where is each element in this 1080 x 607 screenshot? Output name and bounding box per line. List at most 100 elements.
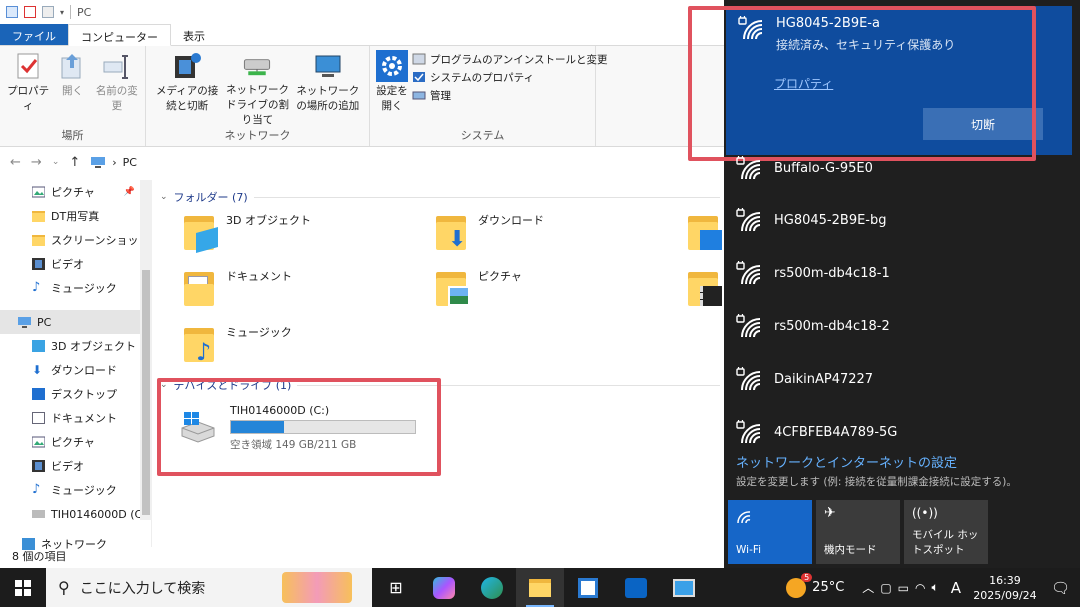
- address-path[interactable]: › PC: [90, 156, 137, 169]
- copilot-button[interactable]: [420, 568, 468, 607]
- wifi-secured-icon: [736, 367, 762, 391]
- nav-label: ダウンロード: [51, 364, 117, 377]
- pc-icon: [18, 317, 31, 328]
- nav-item-dt-photos[interactable]: DT用写真: [0, 204, 151, 228]
- rename-button[interactable]: 名前の変更: [95, 50, 139, 128]
- taskbar-search-box[interactable]: ⚲ ここに入力して検索: [46, 568, 372, 607]
- folder-downloads[interactable]: ⬇ ダウンロード: [434, 208, 686, 260]
- status-bar-count: 8 個の項目: [12, 550, 67, 563]
- recent-chevron-icon[interactable]: ⌄: [52, 157, 60, 167]
- group-system: 設定を開く プログラムのアンインストールと変更 システムのプロパティ 管理 シス…: [370, 46, 608, 146]
- add-network-location-button[interactable]: ネットワークの場所の追加: [293, 50, 363, 128]
- airplane-mode-tile[interactable]: ✈ 機内モード: [816, 500, 900, 564]
- media-connect-button[interactable]: メディアの接続と切断: [152, 50, 222, 128]
- folders-section-header[interactable]: ⌄ フォルダー (7): [160, 186, 724, 208]
- outlook-button[interactable]: [612, 568, 660, 607]
- app-icon: [673, 578, 695, 597]
- nav-item-downloads[interactable]: ⬇ ダウンロード: [0, 358, 151, 382]
- nav-label: 3D オブジェクト: [51, 340, 136, 353]
- network-settings-link[interactable]: ネットワークとインターネットの設定: [736, 452, 957, 471]
- network-item[interactable]: DaikinAP47227: [736, 367, 873, 391]
- videos-folder-icon: [686, 268, 722, 308]
- weather-widget[interactable]: 5 25°C: [786, 572, 844, 598]
- clock-date: 2025/09/24: [973, 588, 1037, 602]
- qa-dropdown-icon[interactable]: ▾: [60, 8, 64, 17]
- task-view-button[interactable]: ⊞: [372, 568, 420, 607]
- search-icon: ⚲: [58, 578, 70, 597]
- clock-time: 16:39: [989, 573, 1021, 587]
- nav-item-videos[interactable]: ビデオ: [0, 454, 151, 478]
- folder-pictures[interactable]: ピクチャ: [434, 264, 686, 316]
- nav-item-documents[interactable]: ドキュメント: [0, 406, 151, 430]
- folder-music[interactable]: ♪ ミュージック: [182, 320, 434, 372]
- open-icon: [61, 54, 81, 79]
- network-item[interactable]: rs500m-db4c18-1: [736, 261, 890, 285]
- nav-item-music[interactable]: ♪ ミュージック: [0, 478, 151, 502]
- network-item[interactable]: 4CFBFEB4A789-5G: [736, 420, 897, 444]
- search-highlight-image: [282, 572, 352, 603]
- edge-button[interactable]: [468, 568, 516, 607]
- back-arrow-icon[interactable]: ←: [10, 155, 21, 170]
- pc-icon: [91, 157, 106, 168]
- nav-item-music-quick[interactable]: ♪ ミュージック: [0, 276, 151, 300]
- folder-name: ダウンロード: [478, 214, 544, 227]
- network-item[interactable]: Buffalo-G-95E0: [736, 156, 873, 180]
- 3d-objects-icon: [32, 340, 45, 352]
- new-folder-icon[interactable]: [42, 6, 54, 18]
- folder-documents[interactable]: ドキュメント: [182, 264, 434, 316]
- app-button[interactable]: [660, 568, 708, 607]
- forward-arrow-icon[interactable]: →: [31, 155, 42, 170]
- system-properties-button[interactable]: システムのプロパティ: [412, 68, 608, 86]
- map-drive-button[interactable]: ネットワーク ドライブの割り当て: [222, 50, 292, 128]
- up-arrow-icon[interactable]: ↑: [69, 155, 80, 170]
- copilot-icon: [433, 576, 455, 599]
- wifi-secured-icon: [736, 261, 762, 285]
- file-explorer-taskbar-button[interactable]: [516, 568, 564, 607]
- nav-item-screenshots[interactable]: スクリーンショット: [0, 228, 151, 252]
- folder-name: 3D オブジェクト: [226, 214, 311, 227]
- nav-scrollbar[interactable]: [140, 180, 152, 520]
- store-button[interactable]: [564, 568, 612, 607]
- tray-app-icon[interactable]: ▢: [880, 581, 891, 595]
- properties-check-icon[interactable]: [24, 6, 36, 18]
- nav-item-pictures[interactable]: ピクチャ: [0, 430, 151, 454]
- uninstall-button[interactable]: プログラムのアンインストールと変更: [412, 50, 608, 68]
- file-explorer-window: ▾ PC ファイル コンピューター 表示 プロパティ 開く 名前の変更 場所 メ…: [0, 0, 724, 568]
- open-button[interactable]: 開く: [50, 50, 94, 128]
- system-properties-icon: [413, 72, 425, 82]
- wifi-tray-icon[interactable]: ◠: [915, 581, 925, 595]
- highlight-box-drive: [157, 378, 441, 476]
- manage-button[interactable]: 管理: [412, 86, 608, 104]
- nav-item-pc[interactable]: PC: [0, 310, 151, 334]
- nav-item-desktop[interactable]: デスクトップ: [0, 382, 151, 406]
- ribbon-tabs: ファイル コンピューター 表示: [0, 24, 724, 46]
- scroll-thumb[interactable]: [142, 270, 150, 515]
- nav-item-c-drive[interactable]: TIH0146000D (C: [0, 502, 151, 526]
- wifi-toggle-tile[interactable]: Wi-Fi: [728, 500, 812, 564]
- rename-label: 名前の変更: [95, 85, 138, 112]
- network-item[interactable]: HG8045-2B9E-bg: [736, 208, 887, 232]
- tab-file[interactable]: ファイル: [0, 24, 68, 45]
- tab-view[interactable]: 表示: [171, 24, 217, 45]
- ime-indicator[interactable]: A: [951, 579, 961, 597]
- tab-computer[interactable]: コンピューター: [68, 24, 171, 46]
- pictures-icon: [32, 436, 45, 448]
- video-icon: [32, 460, 45, 472]
- properties-button[interactable]: プロパティ: [6, 50, 50, 128]
- start-button[interactable]: [0, 568, 46, 607]
- tray-chevron-icon[interactable]: ︿: [862, 579, 874, 596]
- volume-icon[interactable]: 🔈︎: [931, 580, 938, 595]
- nav-item-3d-objects[interactable]: 3D オブジェクト: [0, 334, 151, 358]
- clock[interactable]: 16:39 2025/09/24: [973, 573, 1037, 603]
- open-settings-button[interactable]: 設定を開く: [376, 50, 408, 128]
- notification-icon[interactable]: 🗨︎: [1051, 579, 1070, 597]
- nav-item-videos-quick[interactable]: ビデオ: [0, 252, 151, 276]
- battery-icon[interactable]: ▭: [898, 581, 909, 595]
- pictures-icon: [32, 186, 45, 198]
- folder-icon: [32, 234, 45, 246]
- mobile-hotspot-tile[interactable]: ((•)) モバイル ホットスポット: [904, 500, 988, 564]
- media-icon: [175, 53, 202, 78]
- folder-3d-objects[interactable]: 3D オブジェクト: [182, 208, 434, 260]
- nav-item-pictures-quick[interactable]: ピクチャ 📌: [0, 180, 151, 204]
- network-item[interactable]: rs500m-db4c18-2: [736, 314, 890, 338]
